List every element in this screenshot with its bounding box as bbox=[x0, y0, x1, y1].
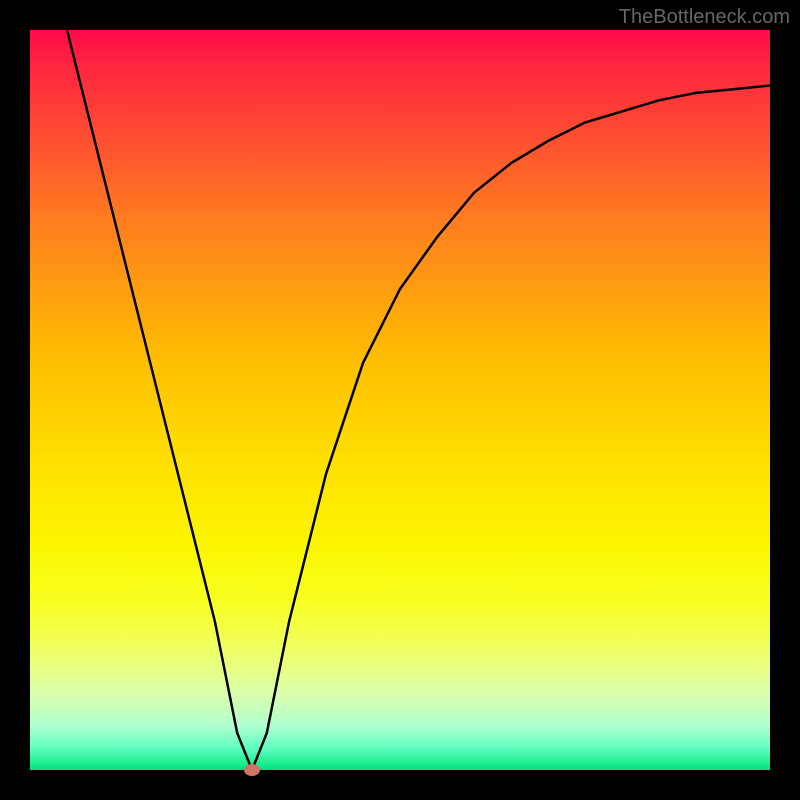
watermark-text: TheBottleneck.com bbox=[619, 6, 790, 29]
chart-container: TheBottleneck.com bbox=[0, 0, 800, 800]
plot-area bbox=[30, 30, 770, 770]
minimum-marker bbox=[244, 764, 260, 776]
data-curve bbox=[30, 30, 770, 770]
